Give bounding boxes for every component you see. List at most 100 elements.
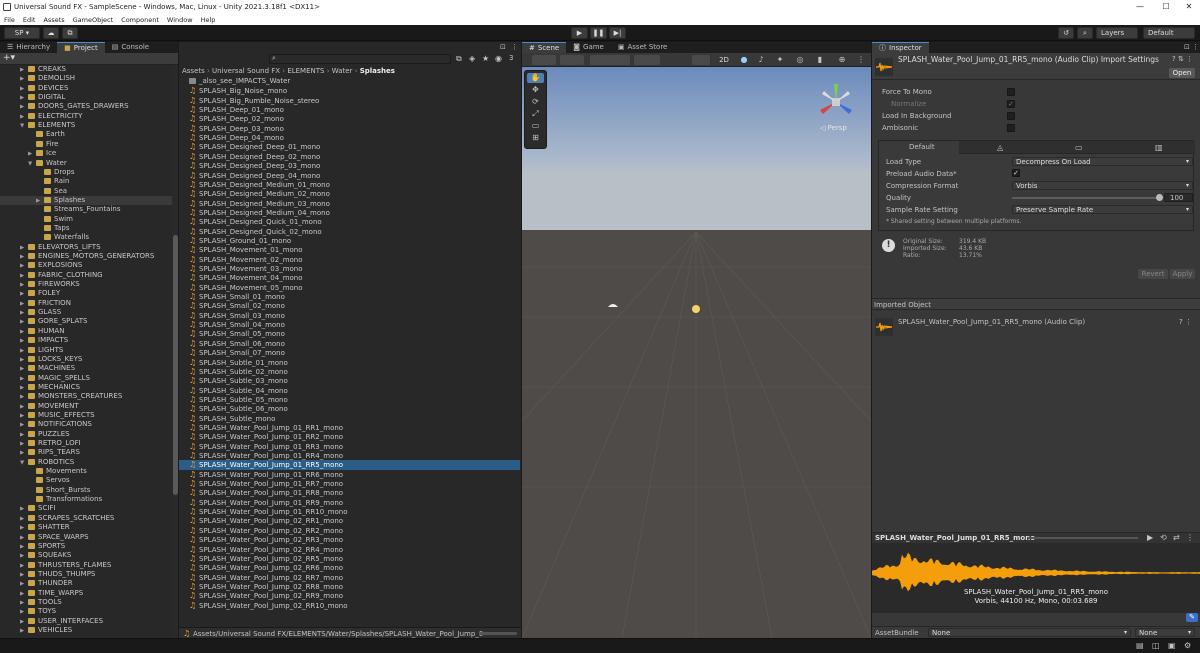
folder-tree-item[interactable]: ▶ FRICTION — [0, 299, 172, 308]
tab-console[interactable]: ▤ Console — [105, 42, 156, 53]
search-input[interactable]: ⌕ — [269, 54, 451, 64]
audio-file-item[interactable]: ♫ SPLASH_Water_Pool_Jump_02_RR7_mono — [179, 573, 520, 582]
folder-tree-item[interactable]: ▶ Ice — [0, 149, 172, 158]
folder-tree-item[interactable]: ▶ Splashes — [0, 195, 172, 206]
lighting-icon[interactable]: ● — [737, 55, 751, 65]
audio-file-item[interactable]: ♫ SPLASH_Movement_04_mono — [179, 273, 520, 282]
audio-file-item[interactable]: ♫ SPLASH_Water_Pool_Jump_01_RR9_mono — [179, 498, 520, 507]
filter-type-icon[interactable]: ⧉ — [456, 54, 462, 64]
breadcrumb-elements[interactable]: ELEMENTS — [287, 67, 324, 75]
audio-file-item[interactable]: ♫ SPLASH_Water_Pool_Jump_02_RR9_mono — [179, 591, 520, 600]
scale-tool-icon[interactable]: ⤢ — [527, 109, 544, 119]
platform-tab-default[interactable]: Default — [879, 141, 959, 154]
folder-tree-item[interactable]: ▶ MONSTERS_CREATURES — [0, 392, 172, 401]
menu-window[interactable]: Window — [167, 16, 193, 24]
folder-tree-item[interactable]: ▶ MACHINES — [0, 364, 172, 373]
folder-tree-item[interactable]: ▶ THUNDER — [0, 579, 172, 588]
add-icon[interactable]: +▾ — [3, 53, 15, 63]
maximize-button[interactable]: ☐ — [1154, 0, 1178, 14]
folder-tree-item[interactable]: ▶ EXPLOSIONS — [0, 261, 172, 270]
inspector-lock-icon[interactable]: ⊡ ⋮ — [1184, 43, 1199, 51]
folder-tree-item[interactable]: ▶ ELECTRICITY — [0, 112, 172, 121]
revert-button[interactable]: Revert — [1138, 269, 1168, 279]
menu-edit[interactable]: Edit — [23, 16, 36, 24]
status-icon-2[interactable]: ◫ — [1152, 641, 1160, 650]
audio-file-item[interactable]: ♫ SPLASH_Water_Pool_Jump_01_RR6_mono — [179, 470, 520, 479]
folder-tree-item[interactable]: ▶ USER_INTERFACES — [0, 617, 172, 626]
breadcrumb-universal-sound-fx[interactable]: Universal Sound FX — [212, 67, 280, 75]
audio-file-item[interactable]: ♫ SPLASH_Water_Pool_Jump_02_RR1_mono — [179, 516, 520, 525]
folder-tree-item[interactable]: Swim — [0, 215, 172, 224]
layers-dropdown[interactable]: Layers — [1096, 27, 1138, 39]
menu-gameobject[interactable]: GameObject — [73, 16, 114, 24]
folder-tree-item[interactable]: ▼ ROBOTICS — [0, 458, 172, 467]
rotate-tool-icon[interactable]: ⟳ — [527, 97, 544, 107]
history-icon[interactable]: ↺ — [1058, 27, 1074, 39]
status-icon-4[interactable]: ⚙ — [1184, 641, 1191, 650]
breadcrumb-splashes[interactable]: Splashes — [360, 67, 395, 75]
preview-drag-bar[interactable] — [1028, 537, 1138, 539]
audio-file-item[interactable]: ♫ SPLASH_Small_05_mono — [179, 329, 520, 338]
audio-file-item[interactable]: ♫ SPLASH_Small_07_mono — [179, 348, 520, 357]
tab-hierarchy[interactable]: ☰ Hierarchy — [0, 42, 57, 53]
search-icon[interactable]: ⌕ — [1077, 27, 1093, 39]
status-icon-1[interactable]: ▤ — [1136, 641, 1144, 650]
audio-file-item[interactable]: ♫ SPLASH_Subtle_05_mono — [179, 395, 520, 404]
folder-tree-item[interactable]: ▶ LIGHTS — [0, 346, 172, 355]
folder-tree-item[interactable]: ▶ FABRIC_CLOTHING — [0, 271, 172, 280]
folder-tree-item[interactable]: ▶ GLASS — [0, 308, 172, 317]
audio-file-item[interactable]: ♫ SPLASH_Subtle_01_mono — [179, 358, 520, 367]
folder-tree-item[interactable]: ▶ CREAKS — [0, 65, 172, 74]
audio-file-item[interactable]: ♫ SPLASH_Subtle_04_mono — [179, 386, 520, 395]
folder-tree-item[interactable]: ▶ SPACE_WARPS — [0, 533, 172, 542]
folder-tree-item[interactable]: Drops — [0, 168, 172, 177]
ambisonic-checkbox[interactable] — [1007, 124, 1015, 132]
audio-file-item[interactable]: ♫ SPLASH_Subtle_03_mono — [179, 376, 520, 385]
folder-tree-item[interactable]: Streams_Fountains — [0, 205, 172, 214]
audio-file-item[interactable]: ♫ SPLASH_Subtle_mono — [179, 414, 520, 423]
folder-tree-item[interactable]: ▶ DEMOLISH — [0, 74, 172, 83]
move-tool-icon[interactable]: ✥ — [527, 85, 544, 95]
audio-file-item[interactable]: ♫ SPLASH_Designed_Medium_04_mono — [179, 208, 520, 217]
audio-file-item[interactable]: ♫ SPLASH_Designed_Medium_03_mono — [179, 199, 520, 208]
folder-tree-item[interactable]: ▶ LOCKS_KEYS — [0, 355, 172, 364]
icon-size-slider[interactable] — [479, 632, 517, 635]
audio-file-item[interactable]: ♫ SPLASH_Small_02_mono — [179, 301, 520, 310]
audio-file-item[interactable]: ♫ SPLASH_Deep_02_mono — [179, 114, 520, 123]
folder-tree-item[interactable]: ▶ IMPACTS — [0, 336, 172, 345]
audio-file-item[interactable]: ♫ SPLASH_Big_Rumble_Noise_stereo — [179, 96, 520, 105]
folder-tree-item[interactable]: Short_Bursts — [0, 486, 172, 495]
audio-file-item[interactable]: ♫ SPLASH_Movement_01_mono — [179, 245, 520, 254]
folder-tree-item[interactable]: ▶ ENGINES_MOTORS_GENERATORS — [0, 252, 172, 261]
folder-tree-item[interactable]: ▶ VEHICLES — [0, 626, 172, 635]
apply-button[interactable]: Apply — [1170, 269, 1195, 279]
filter-label-icon[interactable]: ◈ — [469, 54, 475, 63]
grid-snap-icon[interactable] — [634, 55, 660, 65]
tab-inspector[interactable]: ⓘ Inspector — [872, 42, 929, 53]
quality-slider[interactable] — [1012, 197, 1160, 199]
audio-file-item[interactable]: ♫ SPLASH_Designed_Medium_01_mono — [179, 180, 520, 189]
audio-file-item[interactable]: ♫ SPLASH_Water_Pool_Jump_01_RR8_mono — [179, 488, 520, 497]
audio-file-item[interactable]: ♫ SPLASH_Designed_Deep_03_mono — [179, 161, 520, 170]
folder-tree-item[interactable]: ▶ NOTIFICATIONS — [0, 420, 172, 429]
audio-file-item[interactable]: ♫ SPLASH_Water_Pool_Jump_02_RR6_mono — [179, 563, 520, 572]
minimize-button[interactable]: — — [1128, 0, 1152, 14]
folder-tree-item[interactable]: Movements — [0, 467, 172, 476]
hand-tool-icon[interactable]: ✋ — [527, 73, 544, 83]
transform-tool-icon[interactable]: ⊞ — [527, 133, 544, 143]
load-type-dropdown[interactable]: Decompress On Load — [1012, 157, 1193, 166]
tab-project[interactable]: ■ Project — [57, 42, 105, 53]
folder-tree-item[interactable]: ▶ THUDS_THUMPS — [0, 570, 172, 579]
breadcrumb-assets[interactable]: Assets — [182, 67, 205, 75]
audio-file-item[interactable]: ♫ SPLASH_Designed_Deep_04_mono — [179, 171, 520, 180]
preload-checkbox[interactable]: ✓ — [1012, 169, 1020, 177]
folder-tree-item[interactable]: ▶ PUZZLES — [0, 430, 172, 439]
audio-file-item[interactable]: ♫ SPLASH_Movement_05_mono — [179, 283, 520, 292]
audio-file-item[interactable]: ♫ SPLASH_Designed_Quick_02_mono — [179, 227, 520, 236]
audio-file-item[interactable]: ♫ SPLASH_Big_Noise_mono — [179, 86, 520, 95]
folder-tree-item[interactable]: ▶ TIME_WARPS — [0, 589, 172, 598]
audio-file-item[interactable]: ♫ SPLASH_Water_Pool_Jump_01_RR4_mono — [179, 451, 520, 460]
folder-tree-item[interactable]: ▶ RIPS_TEARS — [0, 448, 172, 457]
assetbundle-dropdown[interactable]: None — [928, 628, 1131, 637]
loop-icon[interactable]: ⇄ — [1173, 533, 1180, 542]
